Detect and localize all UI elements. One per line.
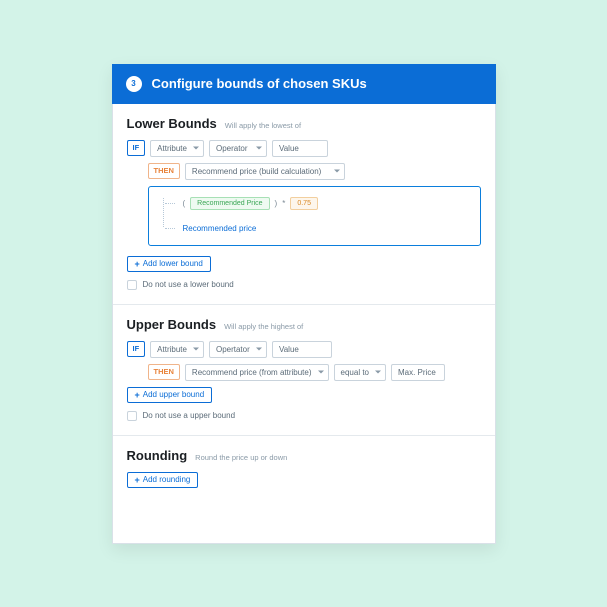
button-label: Add lower bound xyxy=(143,260,203,268)
calculation-builder[interactable]: ( Recommended Price ) * 0.75 Recommended… xyxy=(148,186,481,246)
lower-value-input[interactable]: Value xyxy=(272,140,328,157)
input-placeholder: Max. Price xyxy=(398,367,436,378)
upper-attribute-select[interactable]: Attribute xyxy=(150,341,204,358)
add-rounding-button[interactable]: + Add rounding xyxy=(127,472,199,488)
lower-operator-select[interactable]: Operator xyxy=(209,140,267,157)
checkbox[interactable] xyxy=(127,280,137,290)
rounding-section: Rounding Round the price up or down + Ad… xyxy=(113,435,495,508)
card-header: 3 Configure bounds of chosen SKUs xyxy=(112,64,496,104)
upper-if-row: IF Attribute Opertator Value xyxy=(127,341,481,358)
rounding-title: Rounding xyxy=(127,448,188,463)
add-upper-bound-button[interactable]: + Add upper bound xyxy=(127,387,213,403)
add-lower-bound-button[interactable]: + Add lower bound xyxy=(127,256,211,272)
upper-compare-select[interactable]: equal to xyxy=(334,364,386,381)
checkbox-label: Do not use a lower bound xyxy=(143,280,234,289)
step-badge: 3 xyxy=(126,76,142,92)
upper-recommend-select[interactable]: Recommend price (from attribute) xyxy=(185,364,329,381)
upper-bounds-subtitle: Will apply the highest of xyxy=(224,322,303,331)
button-label: Add rounding xyxy=(143,476,191,484)
checkbox-label: Do not use a upper bound xyxy=(143,411,236,420)
calc-result-row: Recommended price xyxy=(173,224,468,233)
upper-bounds-section: Upper Bounds Will apply the highest of I… xyxy=(113,304,495,435)
upper-bounds-title: Upper Bounds xyxy=(127,317,217,332)
lower-then-row: THEN Recommend price (build calculation) xyxy=(127,163,481,180)
then-chip: THEN xyxy=(148,163,180,179)
lower-if-row: IF Attribute Operator Value xyxy=(127,140,481,157)
recommended-price-pill[interactable]: Recommended Price xyxy=(190,197,269,210)
chevron-down-icon xyxy=(193,147,199,150)
if-chip: IF xyxy=(127,341,146,357)
lower-attribute-select[interactable]: Attribute xyxy=(150,140,204,157)
config-card: 3 Configure bounds of chosen SKUs Lower … xyxy=(112,64,496,544)
select-label: Recommend price (from attribute) xyxy=(192,367,312,378)
skip-upper-bound-option[interactable]: Do not use a upper bound xyxy=(127,411,481,421)
chevron-down-icon xyxy=(375,371,381,374)
checkbox[interactable] xyxy=(127,411,137,421)
lower-bounds-title: Lower Bounds xyxy=(127,116,217,131)
multiplier-pill[interactable]: 0.75 xyxy=(290,197,318,210)
select-label: Attribute xyxy=(157,143,187,154)
if-chip: IF xyxy=(127,140,146,156)
close-paren: ) xyxy=(275,199,278,208)
card-title: Configure bounds of chosen SKUs xyxy=(152,76,367,91)
skip-lower-bound-option[interactable]: Do not use a lower bound xyxy=(127,280,481,290)
then-chip: THEN xyxy=(148,364,180,380)
chevron-down-icon xyxy=(193,348,199,351)
button-label: Add upper bound xyxy=(143,391,204,399)
multiply-op: * xyxy=(282,199,285,208)
upper-value-input[interactable]: Value xyxy=(272,341,332,358)
calc-expression-row: ( Recommended Price ) * 0.75 xyxy=(173,197,468,210)
select-label: equal to xyxy=(341,367,369,378)
upper-target-input[interactable]: Max. Price xyxy=(391,364,445,381)
recommended-price-link[interactable]: Recommended price xyxy=(183,224,257,233)
select-label: Recommend price (build calculation) xyxy=(192,166,321,177)
lower-recommend-select[interactable]: Recommend price (build calculation) xyxy=(185,163,345,180)
chevron-down-icon xyxy=(318,371,324,374)
lower-bounds-subtitle: Will apply the lowest of xyxy=(225,121,301,130)
upper-then-row: THEN Recommend price (from attribute) eq… xyxy=(127,364,481,381)
lower-bounds-section: Lower Bounds Will apply the lowest of IF… xyxy=(113,104,495,304)
select-label: Opertator xyxy=(216,344,250,355)
card-body: Lower Bounds Will apply the lowest of IF… xyxy=(112,104,496,544)
upper-operator-select[interactable]: Opertator xyxy=(209,341,267,358)
chevron-down-icon xyxy=(256,147,262,150)
input-placeholder: Value xyxy=(279,143,299,154)
chevron-down-icon xyxy=(256,348,262,351)
input-placeholder: Value xyxy=(279,344,299,355)
select-label: Attribute xyxy=(157,344,187,355)
select-label: Operator xyxy=(216,143,248,154)
rounding-subtitle: Round the price up or down xyxy=(195,453,287,462)
open-paren: ( xyxy=(183,199,186,208)
chevron-down-icon xyxy=(334,170,340,173)
